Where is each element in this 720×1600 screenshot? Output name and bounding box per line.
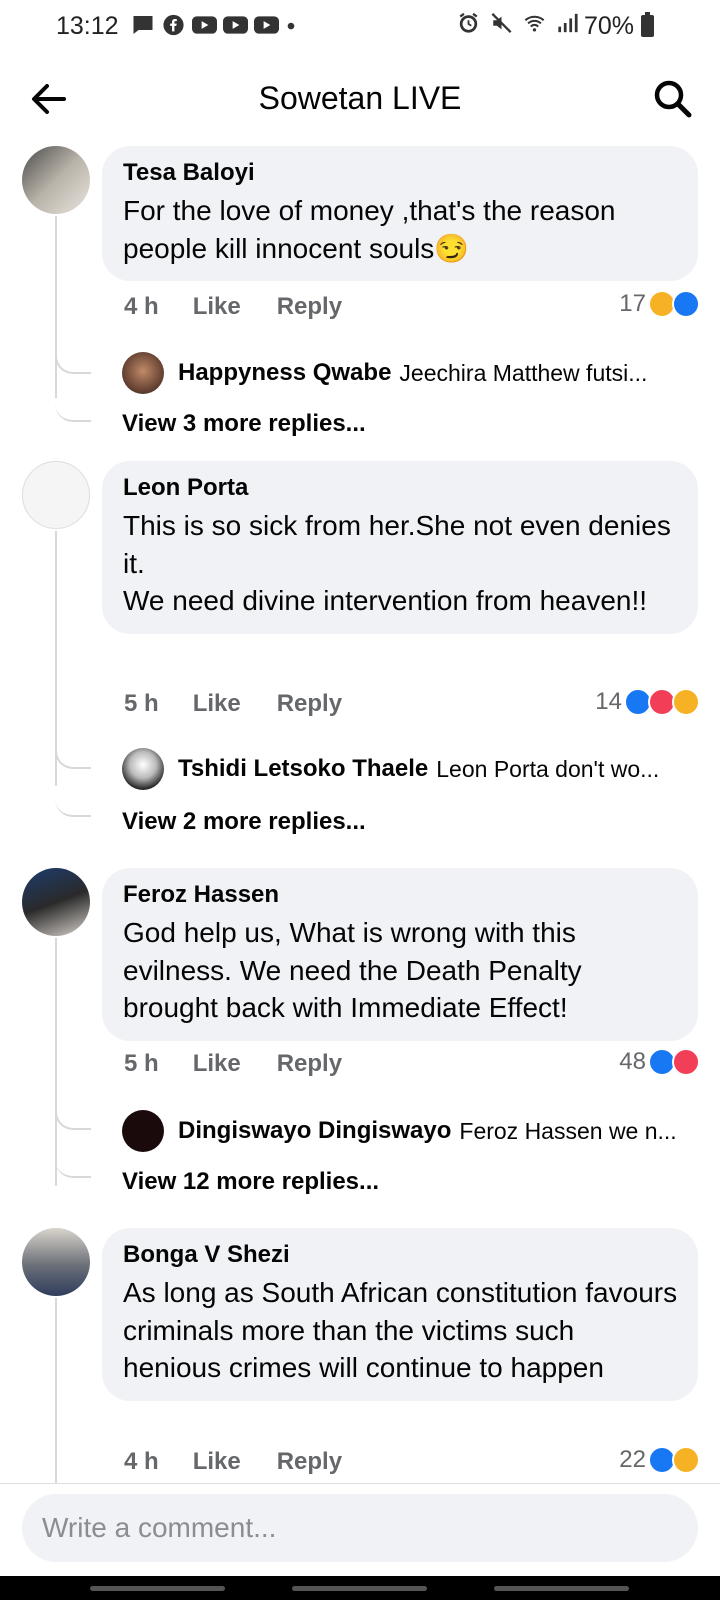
avatar[interactable] <box>22 868 90 936</box>
comment-bubble[interactable]: Leon Porta This is so sick from her.She … <box>102 461 698 634</box>
avatar[interactable] <box>22 1228 90 1296</box>
comment-time: 4 h <box>124 293 159 320</box>
chat-icon <box>132 16 153 34</box>
comment-text: God help us, What is wrong with this evi… <box>123 917 582 1023</box>
wifi-icon <box>524 15 545 32</box>
avatar[interactable] <box>122 1110 164 1152</box>
status-time: 13:12 <box>56 12 119 40</box>
comment-actions: 5 h Like Reply <box>124 690 342 718</box>
notification-icons <box>130 14 297 36</box>
comment-actions: 4 h Like Reply <box>124 1448 342 1476</box>
system-icons <box>456 12 580 34</box>
system-nav-bar <box>0 1576 720 1600</box>
battery-icon <box>641 12 654 37</box>
thread-line <box>55 216 57 398</box>
love-reaction-icon <box>672 1048 700 1076</box>
reply-connector <box>55 1106 91 1130</box>
mute-icon <box>491 13 512 33</box>
reply-snippet: Feroz Hassen we n... <box>459 1117 677 1144</box>
comment-input[interactable] <box>22 1494 698 1562</box>
comment-author[interactable]: Bonga V Shezi <box>123 1240 678 1270</box>
reply-connector <box>55 374 91 422</box>
comment-time: 5 h <box>124 1050 159 1077</box>
comment-author[interactable]: Leon Porta <box>123 473 678 503</box>
youtube-icon <box>254 16 279 34</box>
avatar[interactable] <box>122 352 164 394</box>
battery-level: 70% <box>583 12 634 40</box>
thread-line <box>55 1298 57 1483</box>
sad-reaction-icon <box>672 688 700 716</box>
reply-connector <box>55 350 91 374</box>
reaction-summary[interactable]: 17 <box>619 290 700 318</box>
alarm-icon <box>459 12 478 33</box>
comment-composer <box>0 1483 720 1583</box>
nav-recent-button[interactable] <box>90 1586 225 1591</box>
view-more-replies[interactable]: View 2 more replies... <box>122 808 366 836</box>
nav-back-button[interactable] <box>494 1586 629 1591</box>
reply-snippet: Leon Porta don't wo... <box>436 755 660 782</box>
page-title: Sowetan LIVE <box>258 80 462 116</box>
status-bar: 13:12 70% <box>0 0 720 54</box>
reply-preview[interactable]: Happyness Qwabe Jeechira Matthew futsi..… <box>122 352 647 394</box>
comment-actions: 5 h Like Reply <box>124 1050 342 1078</box>
comment-time: 5 h <box>124 690 159 717</box>
view-more-replies[interactable]: View 3 more replies... <box>122 410 366 438</box>
reply-author[interactable]: Tshidi Letsoko Thaele <box>178 755 428 783</box>
reaction-count: 22 <box>619 1446 646 1473</box>
like-button[interactable]: Like <box>193 293 241 321</box>
reaction-count: 17 <box>619 290 646 317</box>
reply-author[interactable]: Happyness Qwabe <box>178 359 391 387</box>
comment-author[interactable]: Tesa Baloyi <box>123 158 678 188</box>
reply-connector <box>55 745 91 769</box>
avatar[interactable] <box>22 146 90 214</box>
search-icon[interactable] <box>650 76 694 120</box>
comment-time: 4 h <box>124 1448 159 1475</box>
reply-connector <box>55 1130 91 1178</box>
reply-button[interactable]: Reply <box>277 1050 342 1078</box>
reply-button[interactable]: Reply <box>277 1448 342 1476</box>
like-button[interactable]: Like <box>193 690 241 718</box>
nav-home-button[interactable] <box>292 1586 427 1591</box>
sad-reaction-icon <box>672 1446 700 1474</box>
reply-author[interactable]: Dingiswayo Dingiswayo <box>178 1117 451 1145</box>
avatar[interactable] <box>122 748 164 790</box>
reaction-summary[interactable]: 14 <box>595 688 700 716</box>
reply-preview[interactable]: Tshidi Letsoko Thaele Leon Porta don't w… <box>122 748 659 790</box>
reaction-count: 48 <box>619 1048 646 1075</box>
reaction-summary[interactable]: 48 <box>619 1048 700 1076</box>
reaction-summary[interactable]: 22 <box>619 1446 700 1474</box>
comment-input-container[interactable] <box>22 1494 698 1562</box>
view-more-replies[interactable]: View 12 more replies... <box>122 1168 379 1196</box>
comment-bubble[interactable]: Feroz Hassen God help us, What is wrong … <box>102 868 698 1041</box>
reply-button[interactable]: Reply <box>277 690 342 718</box>
youtube-icon <box>223 16 248 34</box>
comment-text: This is so sick from her.She not even de… <box>123 510 671 616</box>
like-reaction-icon <box>672 290 700 318</box>
reply-connector <box>55 769 91 817</box>
facebook-icon <box>163 14 184 36</box>
comment-author[interactable]: Feroz Hassen <box>123 880 678 910</box>
comment-bubble[interactable]: Bonga V Shezi As long as South African c… <box>102 1228 698 1401</box>
comment-bubble[interactable]: Tesa Baloyi For the love of money ,that'… <box>102 146 698 281</box>
signal-icon <box>558 13 578 33</box>
reply-preview[interactable]: Dingiswayo Dingiswayo Feroz Hassen we n.… <box>122 1110 677 1152</box>
like-button[interactable]: Like <box>193 1448 241 1476</box>
youtube-icon <box>192 16 217 34</box>
like-button[interactable]: Like <box>193 1050 241 1078</box>
reply-snippet: Jeechira Matthew futsi... <box>399 359 648 386</box>
comment-actions: 4 h Like Reply <box>124 293 342 321</box>
comment-text: For the love of money ,that's the reason… <box>123 195 616 264</box>
app-header: Sowetan LIVE <box>0 62 720 134</box>
dot-icon <box>287 22 295 30</box>
avatar[interactable] <box>22 461 90 529</box>
reply-button[interactable]: Reply <box>277 293 342 321</box>
comment-text: As long as South African constitution fa… <box>123 1277 678 1383</box>
reaction-count: 14 <box>595 688 622 715</box>
